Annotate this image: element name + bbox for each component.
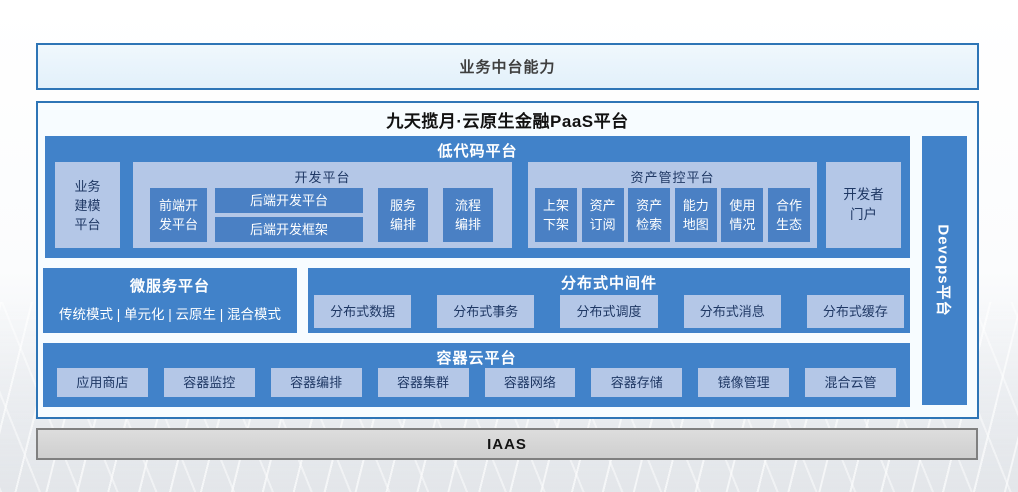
asset-item-line: 使用: [729, 196, 755, 215]
business-midplatform-label: 业务中台能力: [459, 56, 555, 77]
asset-item-line: 能力: [683, 196, 709, 215]
devops-platform-bar: Devops平台: [922, 136, 967, 405]
box-usage-status: 使用 情况: [721, 188, 763, 242]
container-cloud-section-title: 容器云平台: [43, 343, 910, 368]
box-asset-onoff-shelf: 上架 下架: [535, 188, 577, 242]
asset-items-row: 上架 下架 资产 订阅 资产 检索 能力 地图: [535, 188, 810, 242]
box-backend-dev-framework: 后端开发框架: [215, 217, 363, 242]
box-service-orchestration: 服务 编排: [378, 188, 428, 242]
process-orch-line: 流程: [455, 196, 481, 215]
asset-item-line: 上架: [543, 196, 569, 215]
dev-portal-line: 开发者: [843, 185, 884, 205]
biz-model-line: 建模: [74, 196, 100, 215]
box-distributed-transaction: 分布式事务: [437, 295, 534, 328]
asset-item-line: 订阅: [590, 215, 616, 234]
asset-item-line: 合作: [776, 196, 802, 215]
lowcode-section-title: 低代码平台: [45, 136, 910, 161]
paas-platform-title: 九天揽月·云原生金融PaaS平台: [38, 107, 977, 132]
box-distributed-message: 分布式消息: [684, 295, 781, 328]
asset-item-line: 检索: [636, 215, 662, 234]
container-cloud-items-row: 应用商店 容器监控 容器编排 容器集群 容器网络 容器存储 镜像管理 混合云管: [57, 368, 896, 397]
section-container-cloud-platform: 容器云平台 应用商店 容器监控 容器编排 容器集群 容器网络 容器存储 镜像管理…: [43, 343, 910, 407]
dev-panel-title: 开发平台: [133, 162, 512, 186]
box-asset-search: 资产 检索: [628, 188, 670, 242]
process-orch-line: 编排: [455, 215, 481, 234]
devops-platform-label: Devops平台: [934, 224, 955, 316]
middleware-section-title: 分布式中间件: [308, 268, 910, 293]
box-cooperation-ecosystem: 合作 生态: [768, 188, 810, 242]
asset-item-line: 地图: [683, 215, 709, 234]
biz-model-line: 业务: [74, 177, 100, 196]
paas-platform-container: 九天揽月·云原生金融PaaS平台 低代码平台 业务 建模 平台 开发平台 前端开…: [36, 101, 979, 419]
section-distributed-middleware: 分布式中间件 分布式数据 分布式事务 分布式调度 分布式消息 分布式缓存: [308, 268, 910, 333]
biz-model-line: 平台: [74, 215, 100, 234]
asset-item-line: 生态: [776, 215, 802, 234]
asset-item-line: 下架: [543, 215, 569, 234]
box-frontend-dev-platform: 前端开 发平台: [150, 188, 207, 242]
asset-panel-title: 资产管控平台: [528, 162, 817, 186]
box-container-storage: 容器存储: [591, 368, 682, 397]
service-orch-line: 服务: [390, 196, 416, 215]
frontend-line: 前端开: [159, 196, 198, 215]
box-process-orchestration: 流程 编排: [443, 188, 493, 242]
microservice-title: 微服务平台: [43, 275, 297, 296]
box-business-modeling-platform: 业务 建模 平台: [55, 162, 120, 248]
business-midplatform-banner: 业务中台能力: [36, 43, 979, 90]
box-container-orchestration: 容器编排: [271, 368, 362, 397]
box-app-store: 应用商店: [57, 368, 148, 397]
asset-item-line: 情况: [729, 215, 755, 234]
box-capability-map: 能力 地图: [675, 188, 717, 242]
box-hybrid-cloud-management: 混合云管: [805, 368, 896, 397]
iaas-bar: IAAS: [36, 428, 978, 460]
box-asset-subscription: 资产 订阅: [582, 188, 624, 242]
box-distributed-scheduling: 分布式调度: [560, 295, 657, 328]
box-distributed-data: 分布式数据: [314, 295, 411, 328]
box-container-monitoring: 容器监控: [164, 368, 255, 397]
backend-stack: 后端开发平台 后端开发框架: [215, 188, 363, 242]
architecture-diagram: 业务中台能力 九天揽月·云原生金融PaaS平台 低代码平台 业务 建模 平台 开…: [0, 0, 1018, 492]
box-distributed-cache: 分布式缓存: [807, 295, 904, 328]
box-image-management: 镜像管理: [698, 368, 789, 397]
section-microservice-platform: 微服务平台 传统模式 | 单元化 | 云原生 | 混合模式: [43, 268, 297, 333]
microservice-modes: 传统模式 | 单元化 | 云原生 | 混合模式: [43, 303, 297, 323]
iaas-label: IAAS: [487, 436, 527, 453]
panel-development-platform: 开发平台 前端开 发平台 后端开发平台 后端开发框架 服务 编排 流程 编排: [133, 162, 512, 248]
section-lowcode-platform: 低代码平台 业务 建模 平台 开发平台 前端开 发平台 后端开发平台 后端开发框…: [45, 136, 910, 258]
asset-item-line: 资产: [636, 196, 662, 215]
frontend-line: 发平台: [159, 215, 198, 234]
box-container-network: 容器网络: [485, 368, 576, 397]
middleware-items-row: 分布式数据 分布式事务 分布式调度 分布式消息 分布式缓存: [314, 295, 904, 328]
panel-asset-management-platform: 资产管控平台 上架 下架 资产 订阅 资产 检索 能力: [528, 162, 817, 248]
dev-portal-line: 门户: [850, 205, 877, 225]
box-developer-portal: 开发者 门户: [826, 162, 901, 248]
service-orch-line: 编排: [390, 215, 416, 234]
asset-item-line: 资产: [590, 196, 616, 215]
box-container-cluster: 容器集群: [378, 368, 469, 397]
box-backend-dev-platform: 后端开发平台: [215, 188, 363, 213]
